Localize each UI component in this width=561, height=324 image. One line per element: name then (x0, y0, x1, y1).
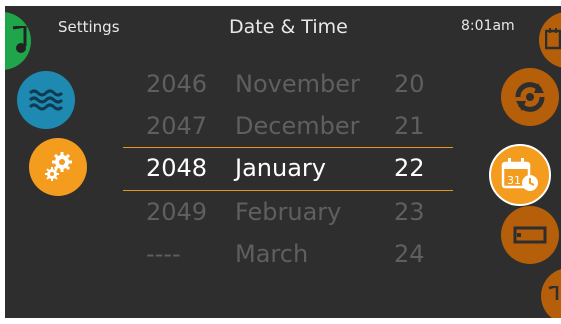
music-button[interactable] (5, 12, 31, 70)
selection-top-line (123, 147, 453, 148)
selected-day[interactable]: 22 (394, 154, 425, 182)
month-value[interactable]: November (235, 70, 360, 98)
selection-bottom-line (123, 190, 453, 191)
calendar-edit-button[interactable] (539, 12, 561, 68)
picker-row[interactable]: 2046 November 20 (5, 66, 561, 106)
year-value[interactable]: 2047 (146, 112, 207, 140)
partial-icon (547, 286, 559, 306)
page-title: Date & Time (229, 16, 348, 38)
month-value[interactable]: December (235, 112, 359, 140)
selected-year[interactable]: 2048 (146, 154, 207, 182)
music-icon (7, 26, 27, 56)
settings-label[interactable]: Settings (58, 18, 120, 36)
selected-month[interactable]: January (235, 154, 326, 182)
day-value[interactable]: 24 (394, 240, 425, 268)
picker-row[interactable]: 2049 February 23 (5, 194, 561, 234)
picker-row[interactable]: 2047 December 21 (5, 108, 561, 148)
year-value[interactable]: ---- (146, 240, 181, 268)
picker-row-selected[interactable]: 2048 January 22 (5, 150, 561, 190)
picker-row[interactable]: ---- March 24 (5, 236, 561, 276)
calendar-edit-icon (545, 28, 561, 50)
clock: 8:01am (461, 18, 515, 34)
year-value[interactable]: 2049 (146, 198, 207, 226)
screen: Settings Date & Time 8:01am 31 2046 Nove… (5, 6, 561, 318)
year-value[interactable]: 2046 (146, 70, 207, 98)
day-value[interactable]: 20 (394, 70, 425, 98)
day-value[interactable]: 23 (394, 198, 425, 226)
day-value[interactable]: 21 (394, 112, 425, 140)
month-value[interactable]: March (235, 240, 308, 268)
month-value[interactable]: February (235, 198, 341, 226)
